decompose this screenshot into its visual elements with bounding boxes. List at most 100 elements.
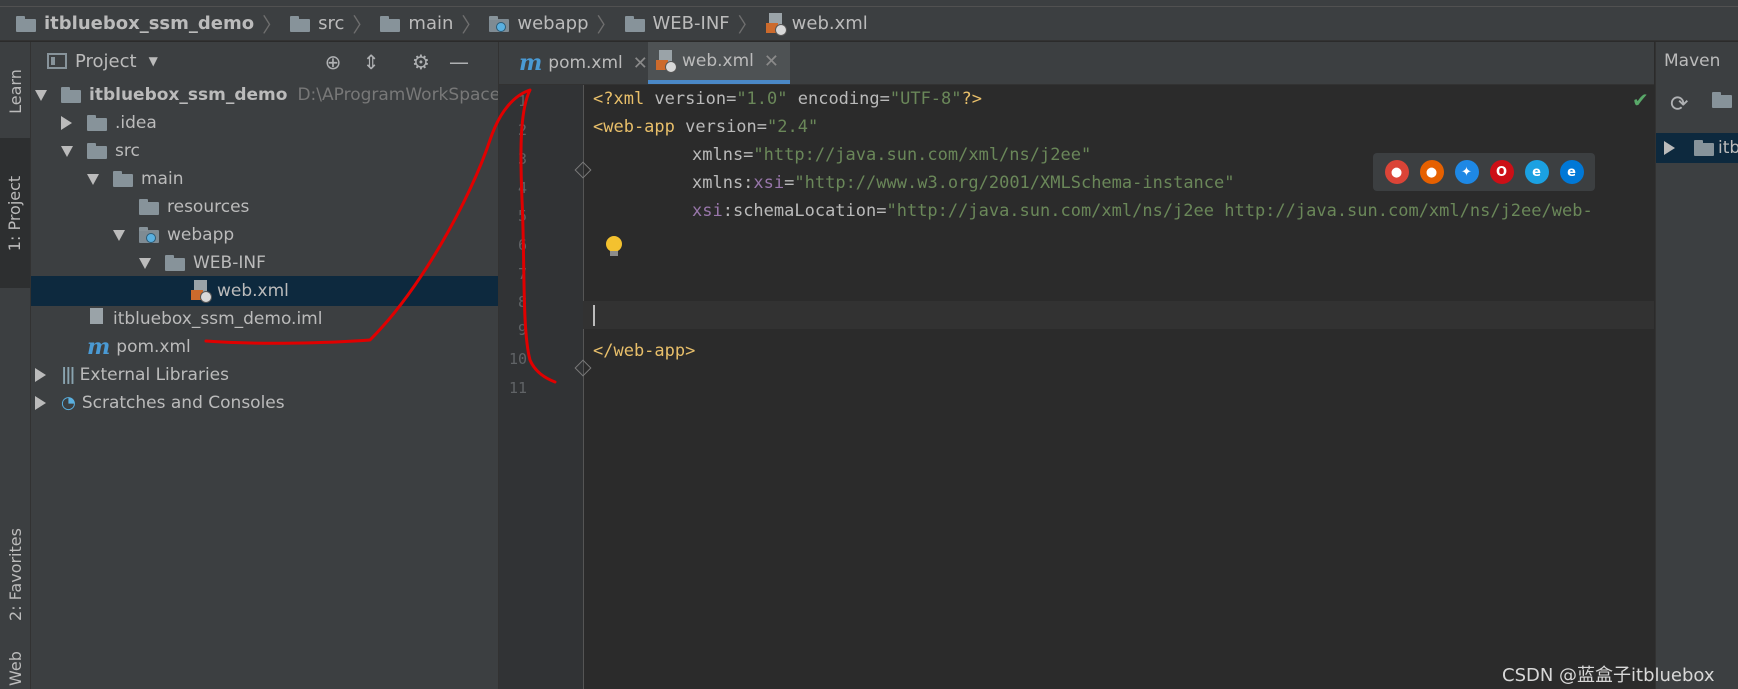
web-xml-icon xyxy=(191,280,212,303)
watermark: CSDN @蓝盒子itbluebox xyxy=(1502,665,1715,686)
close-icon[interactable]: ✕ xyxy=(764,51,779,72)
code-line-5: xsi:schemaLocation="http://java.sun.com/… xyxy=(692,201,1593,221)
web-xml-icon xyxy=(765,12,787,36)
project-panel-header: Project ▼ ⊕ ⇕ ⚙ — xyxy=(31,42,498,80)
tree-item-webinf[interactable]: WEB-INF xyxy=(31,248,498,278)
code-line-3: xmlns="http://java.sun.com/xml/ns/j2ee" xyxy=(692,145,1092,165)
folder-icon xyxy=(290,15,312,32)
tree-item-idea[interactable]: .idea xyxy=(31,108,498,138)
tree-item-pom[interactable]: m pom.xml xyxy=(31,332,498,362)
breadcrumb-item-webapp[interactable]: webapp xyxy=(489,13,589,34)
folder-icon xyxy=(87,115,109,131)
breadcrumb-item-webxml[interactable]: web.xml xyxy=(765,12,868,36)
tree-item-main[interactable]: main xyxy=(31,164,498,194)
tree-item-scratches[interactable]: ◔ Scratches and Consoles xyxy=(31,388,498,418)
text-caret xyxy=(593,305,595,326)
maven-projects-icon[interactable] xyxy=(1712,92,1734,108)
breadcrumb-separator: 〉 xyxy=(596,13,617,37)
chevron-down-icon[interactable] xyxy=(35,90,47,101)
tool-tab-favorites[interactable]: 2: Favorites xyxy=(0,504,30,644)
firefox-icon[interactable]: ● xyxy=(1419,160,1444,184)
tree-item-webapp[interactable]: webapp xyxy=(31,220,498,250)
tree-item-src[interactable]: src xyxy=(31,136,498,166)
close-icon[interactable]: ✕ xyxy=(633,53,648,74)
tree-item-root[interactable]: itbluebox_ssm_demoD:\AProgramWorkSpace\i… xyxy=(31,80,498,110)
code-line-2: <web-app version="2.4" xyxy=(593,117,819,137)
collapse-all-icon[interactable]: ⇕ xyxy=(359,50,383,74)
chevron-right-icon[interactable] xyxy=(61,116,72,130)
line-number-gutter: 1 2 3 4 5 6 7 8 9 10 11 xyxy=(499,85,592,689)
breadcrumb-item-webinf[interactable]: WEB-INF xyxy=(624,13,730,34)
chevron-right-icon[interactable] xyxy=(35,368,46,382)
gear-icon[interactable]: ⚙ xyxy=(409,50,433,74)
breadcrumb-separator: 〉 xyxy=(737,13,758,37)
tree-item-iml[interactable]: itbluebox_ssm_demo.iml xyxy=(31,304,498,334)
tab-pom-xml[interactable]: m pom.xml ✕ xyxy=(511,42,648,84)
line-number: 4 xyxy=(517,179,527,197)
line-number: 9 xyxy=(517,321,527,339)
chevron-right-icon[interactable] xyxy=(1664,141,1675,155)
edge-icon[interactable]: e xyxy=(1559,160,1584,184)
maven-project-item[interactable]: itb xyxy=(1656,133,1738,163)
chevron-down-icon[interactable] xyxy=(61,146,73,157)
editor-tab-bar: m pom.xml ✕ web.xml ✕ xyxy=(499,42,1654,85)
ie-icon[interactable]: e xyxy=(1524,160,1549,184)
breadcrumb-item-main[interactable]: main xyxy=(380,13,453,34)
module-folder-icon xyxy=(61,87,83,103)
tree-item-external-libraries[interactable]: ||| External Libraries xyxy=(31,360,498,390)
project-panel: Project ▼ ⊕ ⇕ ⚙ — itbluebox_ssm_demo D:\A… xyxy=(31,42,499,689)
chevron-down-icon[interactable] xyxy=(139,258,151,269)
hide-icon[interactable]: — xyxy=(447,50,471,74)
opera-icon[interactable]: O xyxy=(1489,160,1514,184)
left-tool-strip: Learn 1: Project 2: Favorites Web xyxy=(0,42,31,689)
line-number: 11 xyxy=(508,379,527,397)
code-line-10: </web-app> xyxy=(593,341,696,361)
locate-icon[interactable]: ⊕ xyxy=(321,50,345,74)
line-number: 2 xyxy=(517,121,527,139)
chevron-down-icon[interactable] xyxy=(113,230,125,241)
web-folder-icon xyxy=(489,15,511,32)
maven-panel-title[interactable]: Maven xyxy=(1656,42,1738,80)
tool-tab-project[interactable]: 1: Project xyxy=(0,138,30,288)
maven-icon: m xyxy=(519,50,543,76)
iml-file-icon xyxy=(87,308,107,330)
line-number: 3 xyxy=(517,150,527,168)
web-xml-icon xyxy=(656,50,677,73)
tree-item-webxml[interactable]: web.xml xyxy=(31,276,498,306)
chevron-down-icon[interactable] xyxy=(87,174,99,185)
module-folder-icon xyxy=(1694,140,1716,156)
maven-panel: Maven ⟳ itb xyxy=(1655,42,1738,689)
tool-tab-web[interactable]: Web xyxy=(0,648,30,689)
web-folder-icon xyxy=(139,227,161,243)
library-icon: ||| xyxy=(61,365,76,385)
tool-tab-learn[interactable]: Learn xyxy=(0,48,30,134)
chevron-right-icon[interactable] xyxy=(35,396,46,410)
line-number: 7 xyxy=(517,265,527,283)
maven-icon: m xyxy=(87,334,111,360)
folder-icon xyxy=(624,15,647,32)
refresh-icon[interactable]: ⟳ xyxy=(1670,92,1688,117)
inspection-ok-icon[interactable]: ✔ xyxy=(1632,88,1649,112)
lightbulb-icon[interactable] xyxy=(606,236,622,256)
editor-area: m pom.xml ✕ web.xml ✕ 1 2 3 4 5 6 7 8 9 10 … xyxy=(499,42,1654,689)
tab-web-xml[interactable]: web.xml ✕ xyxy=(648,42,790,84)
module-folder-icon xyxy=(16,15,38,32)
browser-preview-toolbar: ● ● ✦ O e e xyxy=(1373,153,1595,191)
fold-marker-icon[interactable] xyxy=(574,161,592,179)
chrome-icon[interactable]: ● xyxy=(1384,160,1409,184)
line-number: 6 xyxy=(517,236,527,254)
chevron-down-icon[interactable]: ▼ xyxy=(149,54,158,68)
fold-marker-icon[interactable] xyxy=(574,359,592,377)
breadcrumb-item-src[interactable]: src xyxy=(290,13,344,34)
project-panel-title[interactable]: Project xyxy=(75,51,137,72)
code-line-1: <?xml version="1.0" encoding="UTF-8"?> xyxy=(593,89,982,109)
safari-icon[interactable]: ✦ xyxy=(1454,160,1479,184)
breadcrumb-item-project[interactable]: itbluebox_ssm_demo xyxy=(16,13,254,34)
scratches-icon: ◔ xyxy=(61,393,76,413)
window-top-border xyxy=(0,0,1738,7)
project-view-icon xyxy=(47,53,67,69)
tree-item-resources[interactable]: resources xyxy=(31,192,498,222)
breadcrumb: itbluebox_ssm_demo 〉 src 〉 main 〉 webapp… xyxy=(0,7,1738,41)
folder-icon xyxy=(87,143,109,159)
folder-icon xyxy=(165,255,187,271)
